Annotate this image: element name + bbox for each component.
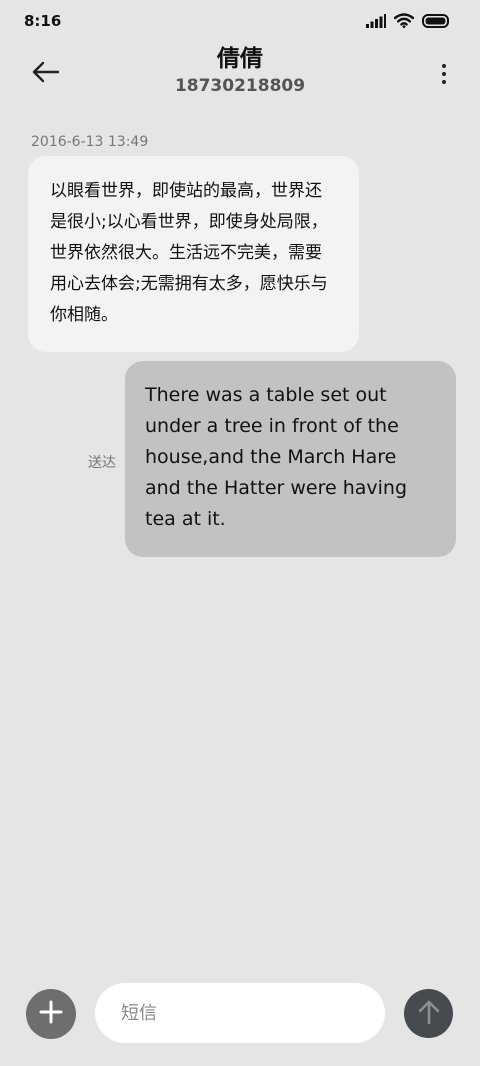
- send-button[interactable]: [404, 989, 453, 1038]
- contact-title: 倩倩 18730218809: [100, 44, 380, 98]
- outgoing-message-bubble[interactable]: There was a table set out under a tree i…: [125, 361, 456, 557]
- back-arrow-icon: [32, 61, 60, 87]
- contact-name: 倩倩: [217, 46, 263, 72]
- status-bar: 8:16: [0, 0, 480, 44]
- more-vertical-icon: [442, 80, 446, 84]
- back-button[interactable]: [28, 56, 64, 92]
- more-options-button[interactable]: [438, 56, 450, 92]
- delivery-status: 送达: [88, 455, 116, 471]
- messaging-screen: 8:16 倩倩 18730218809 2016-6-13 13:49 以眼看世…: [0, 0, 480, 1066]
- wifi-icon: [393, 12, 415, 32]
- add-attachment-button[interactable]: [26, 989, 76, 1039]
- incoming-message-text: 以眼看世界，即使站的最高，世界还是很小;以心看世界，即使身处局限，世界依然很大。…: [50, 181, 328, 325]
- contact-number: 18730218809: [174, 76, 306, 96]
- message-composer: [0, 980, 480, 1046]
- status-time: 8:16: [24, 12, 62, 30]
- outgoing-message-text: There was a table set out under a tree i…: [145, 384, 408, 530]
- message-input[interactable]: [95, 983, 385, 1043]
- more-vertical-icon: [442, 64, 446, 68]
- battery-icon: [422, 13, 450, 32]
- incoming-message-bubble[interactable]: 以眼看世界，即使站的最高，世界还是很小;以心看世界，即使身处局限，世界依然很大。…: [28, 156, 359, 352]
- more-vertical-icon: [442, 72, 446, 76]
- signal-icon: [366, 13, 386, 32]
- plus-icon: [39, 1000, 63, 1028]
- arrow-up-icon: [417, 999, 441, 1029]
- status-icons: [366, 12, 450, 32]
- message-timestamp: 2016-6-13 13:49: [31, 134, 149, 150]
- conversation-header: 倩倩 18730218809: [0, 44, 480, 104]
